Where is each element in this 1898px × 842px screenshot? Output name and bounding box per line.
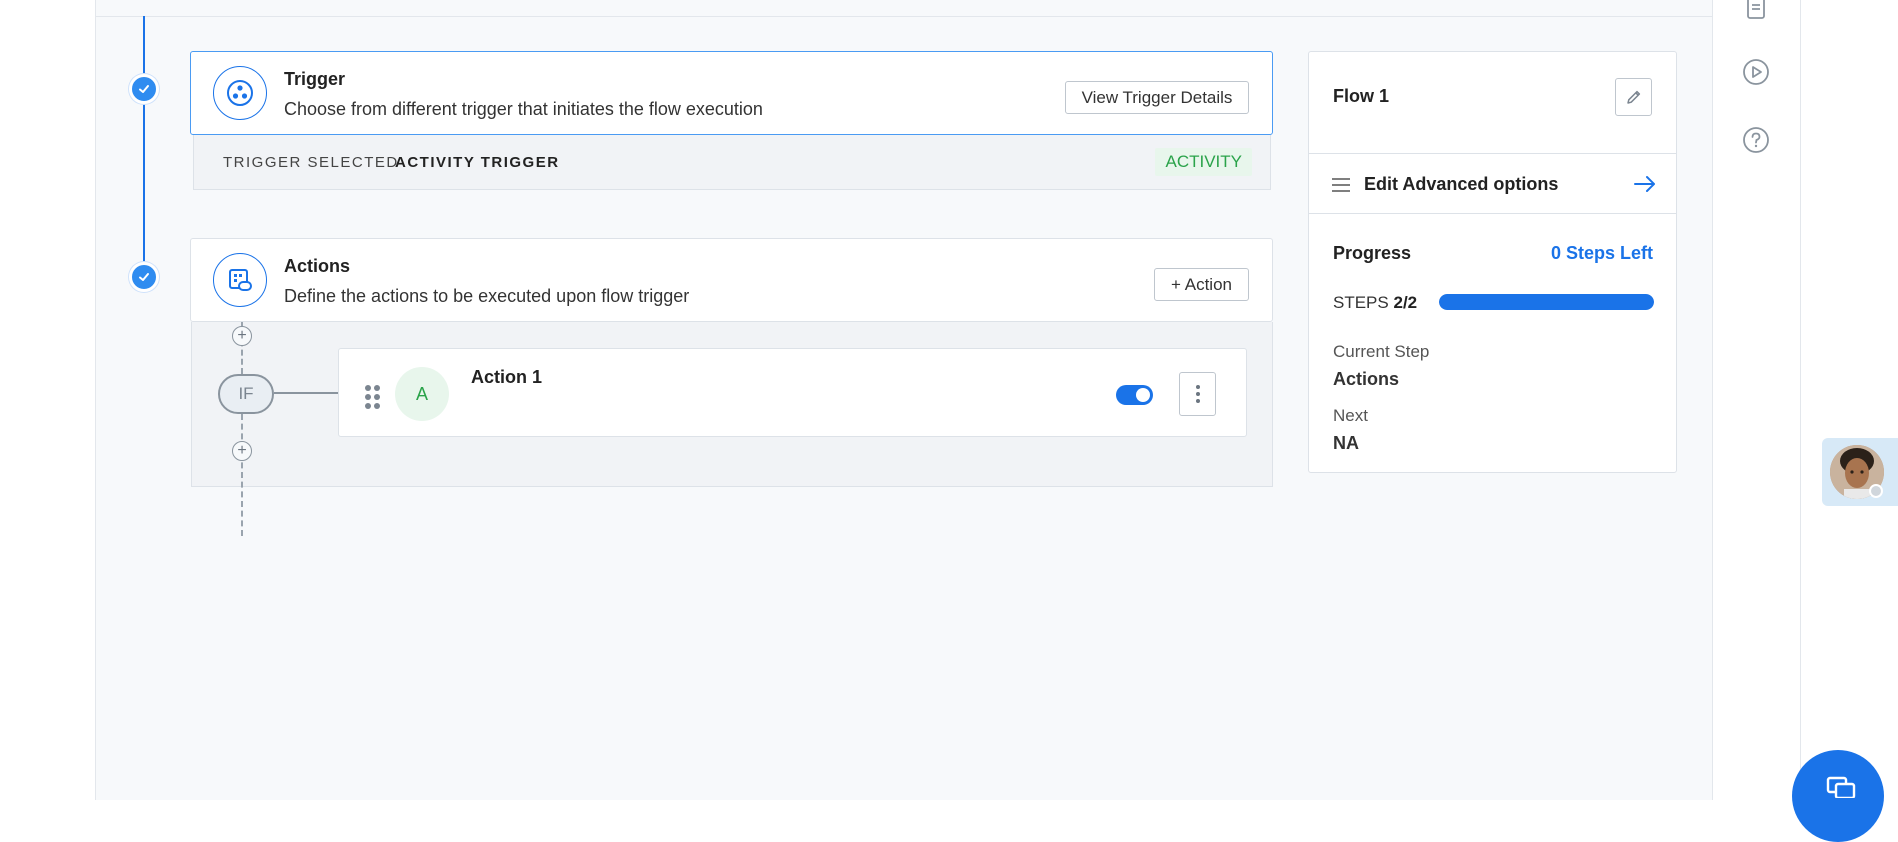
more-options-icon[interactable] (1179, 372, 1216, 416)
right-rail-divider (1800, 0, 1801, 800)
trigger-type-badge: ACTIVITY (1155, 148, 1252, 176)
pencil-icon (1626, 90, 1640, 104)
view-trigger-details-button[interactable]: View Trigger Details (1065, 81, 1249, 114)
drag-handle-icon[interactable] (365, 385, 380, 409)
document-icon[interactable] (1741, 0, 1771, 24)
steps-count: STEPS 2/2 (1333, 293, 1417, 313)
current-step-value: Actions (1333, 369, 1400, 389)
flow-name-section: Flow 1 (1309, 52, 1676, 154)
action-title: Action 1 (471, 367, 543, 387)
steps-left: 0 Steps Left (1550, 243, 1653, 263)
step-complete-icon (129, 262, 159, 292)
canvas-top-divider (95, 16, 1713, 17)
flow-name: Flow 1 (1333, 86, 1390, 106)
next-step-value: NA (1333, 433, 1359, 453)
action-enabled-toggle[interactable] (1116, 385, 1153, 405)
progress-bar (1439, 294, 1654, 310)
help-circle-icon[interactable] (1741, 125, 1771, 155)
trigger-title: Trigger (284, 69, 346, 89)
step-rail (143, 16, 145, 278)
if-connector (274, 392, 339, 394)
support-agent-widget[interactable] (1822, 438, 1898, 506)
actions-description: Define the actions to be executed upon f… (284, 286, 690, 306)
next-step-label: Next (1333, 406, 1368, 425)
advanced-options-row[interactable]: Edit Advanced options (1309, 154, 1676, 214)
actions-icon (213, 253, 267, 307)
chat-button[interactable] (1792, 750, 1884, 842)
trigger-card[interactable]: Trigger Choose from different trigger th… (190, 51, 1273, 135)
trigger-description: Choose from different trigger that initi… (284, 99, 763, 119)
steps-value: 2/2 (1393, 293, 1418, 312)
trigger-selected-bar: TRIGGER SELECTED ACTIVITY TRIGGER ACTIVI… (193, 135, 1271, 190)
chat-icon (1826, 776, 1856, 798)
add-action-button[interactable]: + Action (1154, 268, 1249, 301)
advanced-options-label: Edit Advanced options (1364, 174, 1559, 194)
trigger-selected-value: ACTIVITY TRIGGER (395, 154, 560, 171)
step-complete-icon (129, 74, 159, 104)
edit-flow-name-button[interactable] (1615, 78, 1652, 116)
trigger-icon (213, 66, 267, 120)
add-node-above-icon[interactable]: + (232, 326, 252, 346)
play-circle-icon[interactable] (1741, 57, 1771, 87)
action-item[interactable]: A Action 1 (338, 348, 1247, 437)
actions-title: Actions (284, 256, 351, 276)
arrow-right-icon[interactable] (1634, 175, 1656, 193)
add-node-below-icon[interactable]: + (232, 441, 252, 461)
menu-lines-icon (1332, 178, 1350, 192)
connector-line (241, 414, 243, 536)
progress-title: Progress (1333, 243, 1412, 263)
if-condition-node[interactable]: IF (218, 374, 274, 414)
actions-card[interactable]: Actions Define the actions to be execute… (190, 238, 1273, 322)
steps-label: STEPS (1333, 293, 1389, 312)
status-dot-icon (1869, 484, 1883, 498)
progress-bar-fill (1439, 294, 1654, 310)
current-step-label: Current Step (1333, 342, 1430, 361)
action-avatar: A (395, 367, 449, 421)
trigger-selected-label: TRIGGER SELECTED (223, 154, 399, 171)
flow-side-panel: Flow 1 Edit Advanced options Progress 0 … (1308, 51, 1677, 473)
